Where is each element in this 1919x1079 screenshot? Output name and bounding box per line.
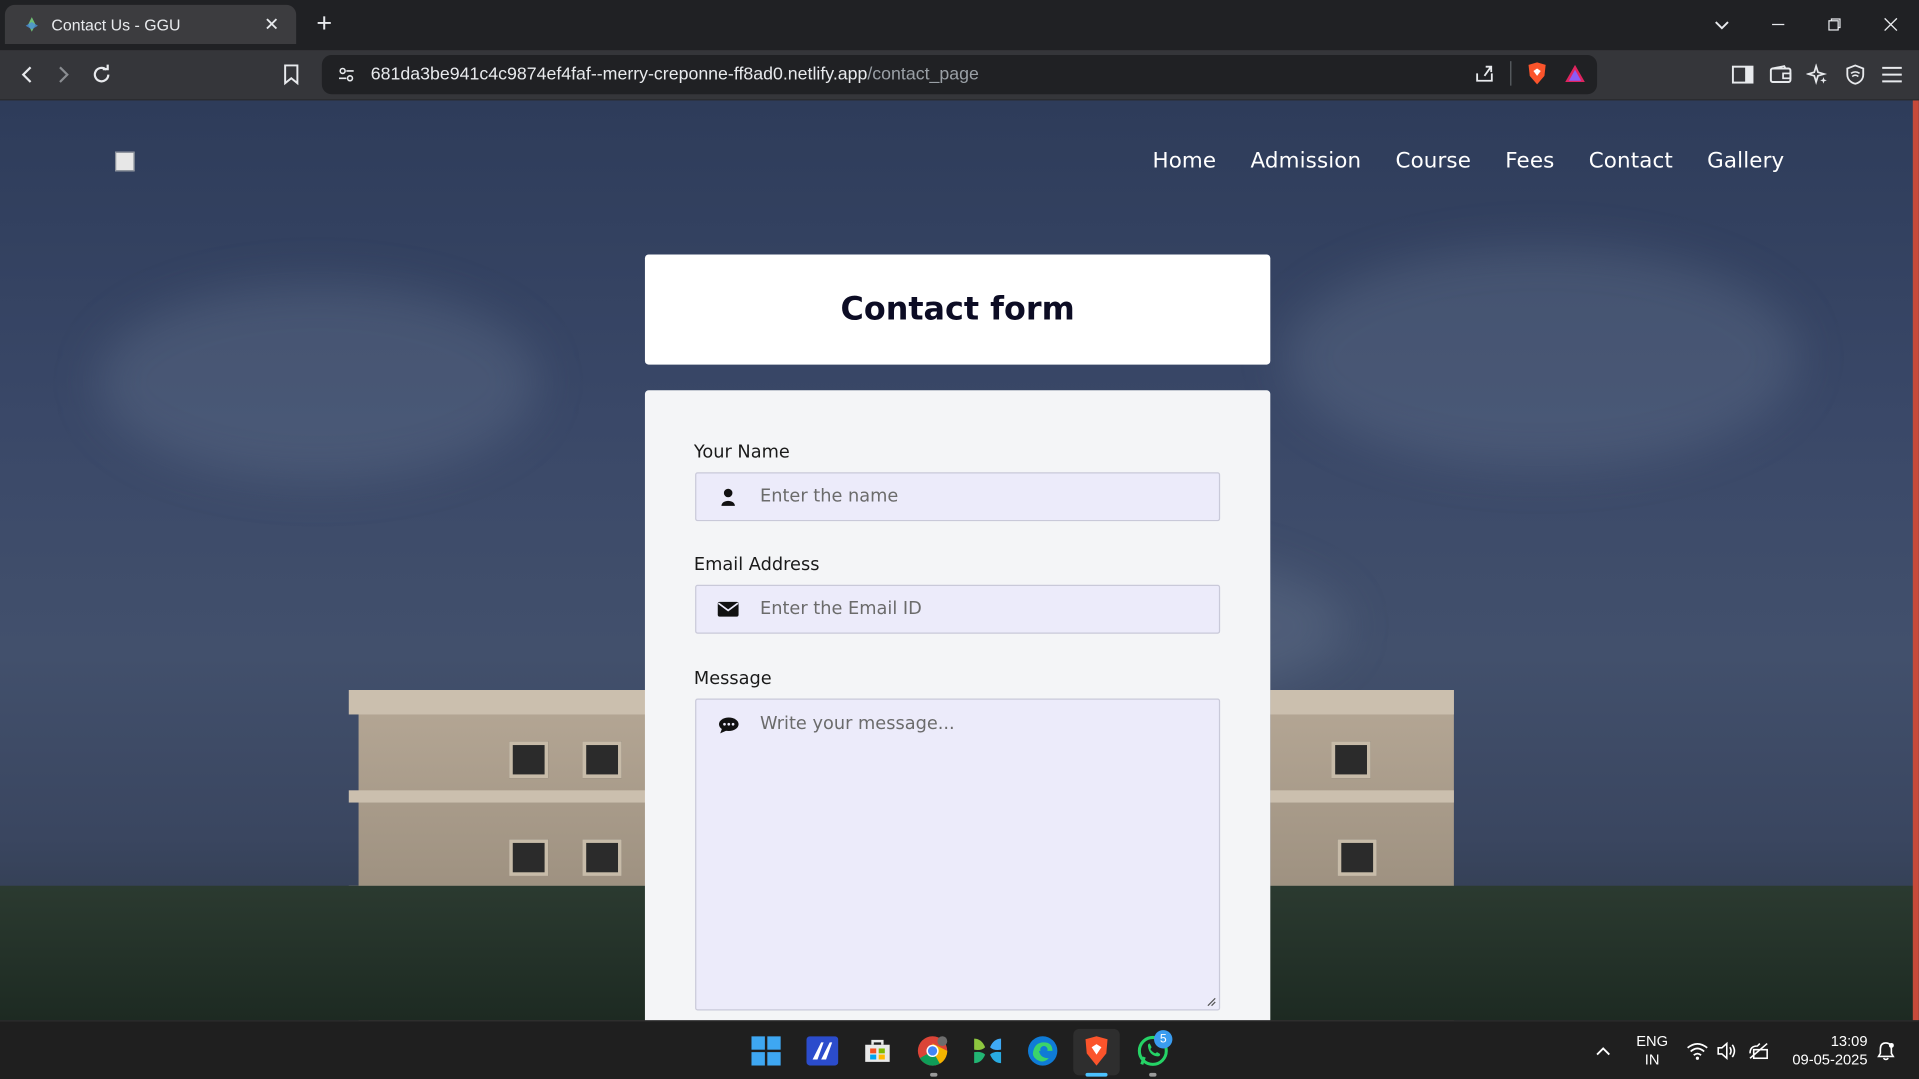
message-label: Message	[693, 669, 772, 689]
name-field[interactable]: Enter the name	[695, 472, 1221, 522]
email-label: Email Address	[693, 555, 820, 575]
nav-home[interactable]: Home	[1152, 149, 1216, 173]
nav-gallery[interactable]: Gallery	[1707, 149, 1784, 173]
clock-time: 13:09	[1830, 1032, 1868, 1050]
url-text: 681da3be941c4c9874ef4faf--merry-creponne…	[371, 65, 979, 85]
page-viewport: Home Admission Course Fees Contact Galle…	[0, 100, 1919, 1021]
user-icon	[696, 488, 760, 506]
chrome-icon[interactable]	[915, 1034, 949, 1068]
message-placeholder: Write your message...	[759, 714, 955, 735]
pinned-app-icon[interactable]	[970, 1034, 1004, 1068]
page-title: Contact form	[840, 291, 1075, 328]
notification-bell-icon[interactable]	[1869, 1034, 1903, 1068]
cloud-decoration	[97, 283, 539, 480]
language-code: ENG	[1636, 1032, 1669, 1050]
region-code: IN	[1644, 1050, 1660, 1069]
name-label: Your Name	[693, 442, 790, 463]
share-icon[interactable]	[1473, 62, 1495, 84]
language-indicator[interactable]: ENG IN	[1636, 1033, 1668, 1070]
vpn-icon[interactable]	[1841, 60, 1870, 89]
name-placeholder: Enter the name	[759, 486, 899, 507]
form-title-card: Contact form	[644, 254, 1271, 365]
volume-icon[interactable]	[1710, 1034, 1744, 1068]
reload-icon[interactable]	[87, 60, 116, 89]
contact-form: Your Name Enter the name Email Address E…	[644, 390, 1271, 1021]
window-controls	[1694, 0, 1919, 49]
chat-bubble-icon	[718, 717, 739, 740]
brave-browser-icon[interactable]	[1079, 1034, 1113, 1068]
cloud-decoration	[1284, 247, 1799, 468]
menu-icon[interactable]	[1877, 60, 1906, 89]
chrome-running-indicator	[930, 1072, 938, 1077]
minimize-button[interactable]	[1750, 0, 1806, 49]
whatsapp-badge: 5	[1154, 1030, 1173, 1049]
forward-icon[interactable]	[49, 60, 78, 89]
nav-contact[interactable]: Contact	[1589, 149, 1673, 173]
message-textarea[interactable]: Write your message...	[695, 698, 1221, 1011]
site-settings-icon[interactable]	[337, 65, 357, 85]
browser-tab[interactable]: Contact Us - GGU ✕	[4, 4, 297, 45]
clock-date: 09-05-2025	[1792, 1050, 1868, 1069]
wallet-icon[interactable]	[1766, 60, 1795, 89]
windows-taskbar: 5 ENG IN 13:09 09-05-2025	[0, 1020, 1919, 1079]
brave-active-indicator	[1085, 1072, 1108, 1077]
leo-ai-icon[interactable]	[1803, 60, 1832, 89]
address-bar[interactable]: 681da3be941c4c9874ef4faf--merry-creponne…	[321, 55, 1598, 95]
nav-course[interactable]: Course	[1395, 149, 1471, 173]
sidebar-icon[interactable]	[1728, 60, 1757, 89]
edge-icon[interactable]	[1026, 1034, 1060, 1068]
bookmark-icon[interactable]	[277, 60, 306, 89]
close-tab-icon[interactable]: ✕	[259, 13, 283, 36]
email-placeholder: Enter the Email ID	[759, 599, 922, 620]
system-clock[interactable]: 13:09 09-05-2025	[1792, 1033, 1867, 1070]
brave-shields-icon[interactable]	[1526, 61, 1548, 85]
nav-admission[interactable]: Admission	[1250, 149, 1361, 173]
brave-rewards-icon[interactable]	[1563, 62, 1587, 84]
microsoft-store-icon[interactable]	[860, 1034, 894, 1068]
browser-toolbar: 681da3be941c4c9874ef4faf--merry-creponne…	[0, 50, 1919, 101]
site-favicon-icon	[25, 17, 38, 32]
site-logo[interactable]	[115, 151, 135, 172]
tab-search-icon[interactable]	[1694, 0, 1750, 49]
close-window-button[interactable]	[1863, 0, 1919, 49]
resize-handle-icon[interactable]	[1207, 997, 1217, 1007]
url-host: 681da3be941c4c9874ef4faf--merry-creponne…	[370, 64, 868, 85]
browser-tabstrip: Contact Us - GGU ✕ +	[0, 0, 1919, 51]
site-nav: Home Admission Course Fees Contact Galle…	[1152, 149, 1784, 173]
nav-fees[interactable]: Fees	[1505, 149, 1554, 173]
url-path: /contact_page	[867, 64, 979, 85]
windows-start-icon[interactable]	[749, 1034, 783, 1068]
back-icon[interactable]	[12, 60, 41, 89]
restore-button[interactable]	[1806, 0, 1862, 49]
page-scrollbar[interactable]	[1912, 100, 1919, 1021]
battery-saver-icon[interactable]	[1741, 1034, 1775, 1068]
email-field[interactable]: Enter the Email ID	[695, 584, 1221, 634]
vscode-like-app-icon[interactable]	[805, 1034, 839, 1068]
new-tab-button[interactable]: +	[308, 7, 340, 39]
envelope-icon	[696, 601, 760, 618]
tab-title: Contact Us - GGU	[51, 15, 181, 34]
show-hidden-icons-chevron-icon[interactable]	[1586, 1034, 1620, 1068]
whatsapp-running-indicator	[1149, 1072, 1157, 1077]
